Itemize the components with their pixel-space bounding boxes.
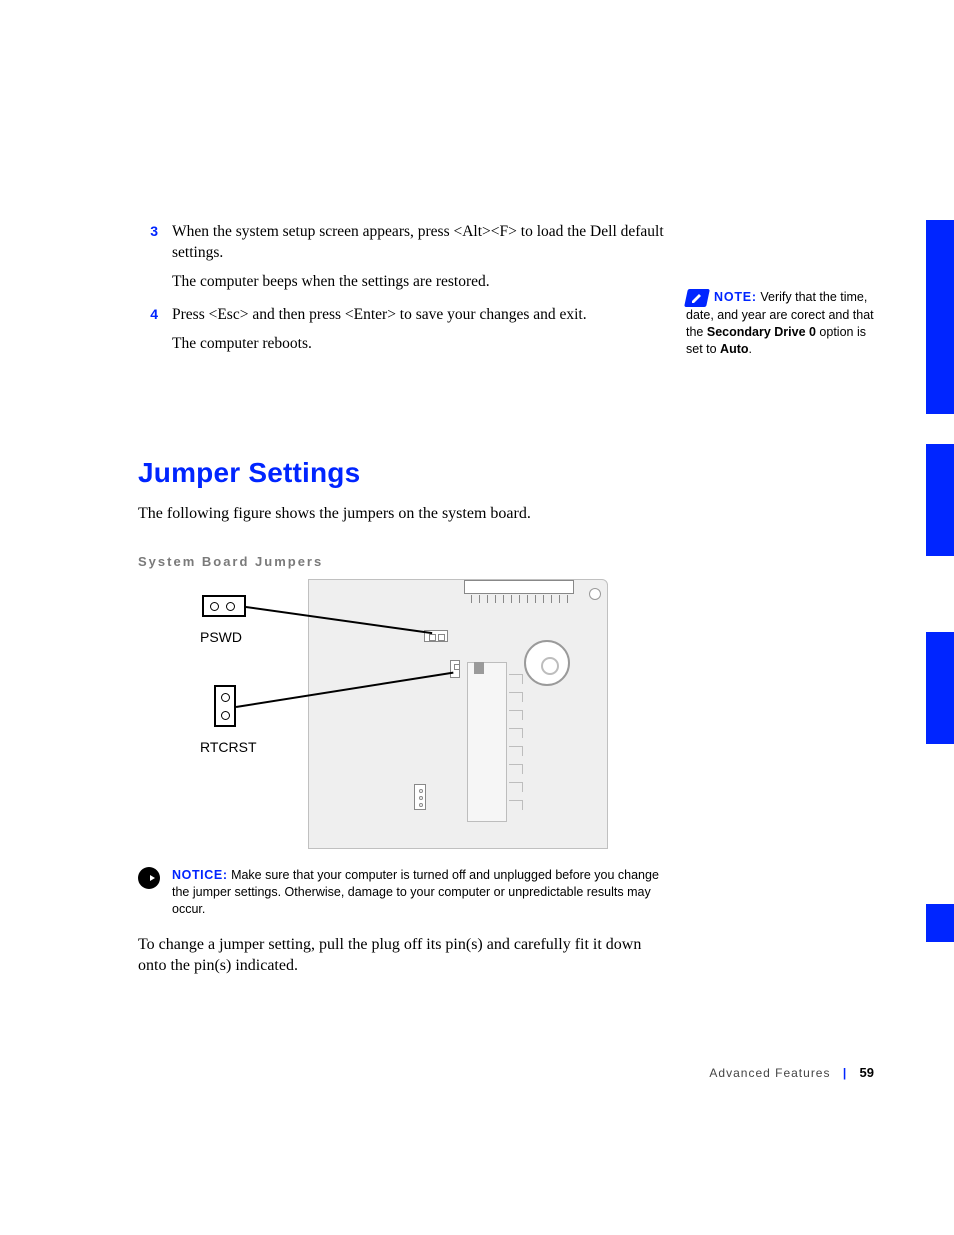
board-outline — [308, 579, 608, 849]
footer-section: Advanced Features — [709, 1066, 830, 1080]
step-item: 4 Press <Esc> and then press <Enter> to … — [138, 305, 668, 363]
edge-tabs — [926, 0, 954, 1235]
manual-page: NOTE: Verify that the time, date, and ye… — [0, 0, 954, 1235]
callout-rtcrst — [214, 685, 236, 727]
label-pswd: PSWD — [200, 629, 242, 645]
jumper-rtcrst-on-board — [450, 660, 460, 678]
step-text: Press <Esc> and then press <Enter> to sa… — [172, 305, 668, 326]
mounting-hole — [589, 588, 601, 600]
notice-block: NOTICE: Make sure that your computer is … — [138, 867, 668, 918]
arrow-circle-icon — [138, 867, 160, 889]
footer-separator: | — [835, 1066, 855, 1080]
body-column: 3 When the system setup screen appears, … — [138, 222, 668, 977]
edge-connector — [464, 580, 574, 594]
step-result: The computer beeps when the settings are… — [172, 272, 668, 293]
coin-cell-battery — [524, 640, 570, 686]
edge-tab — [926, 444, 954, 556]
edge-tab — [926, 632, 954, 744]
notice-body: Make sure that your computer is turned o… — [172, 868, 659, 916]
header-pins — [414, 784, 426, 810]
edge-tab — [926, 904, 954, 942]
step-number: 4 — [138, 305, 172, 363]
section-heading: Jumper Settings — [138, 457, 668, 489]
expansion-slot — [467, 662, 507, 822]
step-item: 3 When the system setup screen appears, … — [138, 222, 668, 301]
figure-caption: System Board Jumpers — [138, 554, 668, 569]
system-board-figure: PSWD RTCRST — [208, 579, 628, 849]
edge-tab — [926, 220, 954, 414]
step-result: The computer reboots. — [172, 334, 668, 355]
notice-label: NOTICE: — [172, 868, 228, 882]
slot-key — [474, 662, 484, 674]
page-number: 59 — [860, 1065, 874, 1080]
section-lead: The following figure shows the jumpers o… — [138, 503, 668, 525]
page-footer: Advanced Features | 59 — [0, 1065, 954, 1080]
body-paragraph: To change a jumper setting, pull the plu… — [138, 934, 668, 977]
callout-pswd — [202, 595, 246, 617]
margin-note: NOTE: Verify that the time, date, and ye… — [686, 289, 886, 358]
note-label: NOTE: — [714, 290, 757, 304]
step-text: When the system setup screen appears, pr… — [172, 222, 668, 264]
step-number: 3 — [138, 222, 172, 301]
pencil-icon — [684, 289, 710, 307]
label-rtcrst: RTCRST — [200, 739, 257, 755]
